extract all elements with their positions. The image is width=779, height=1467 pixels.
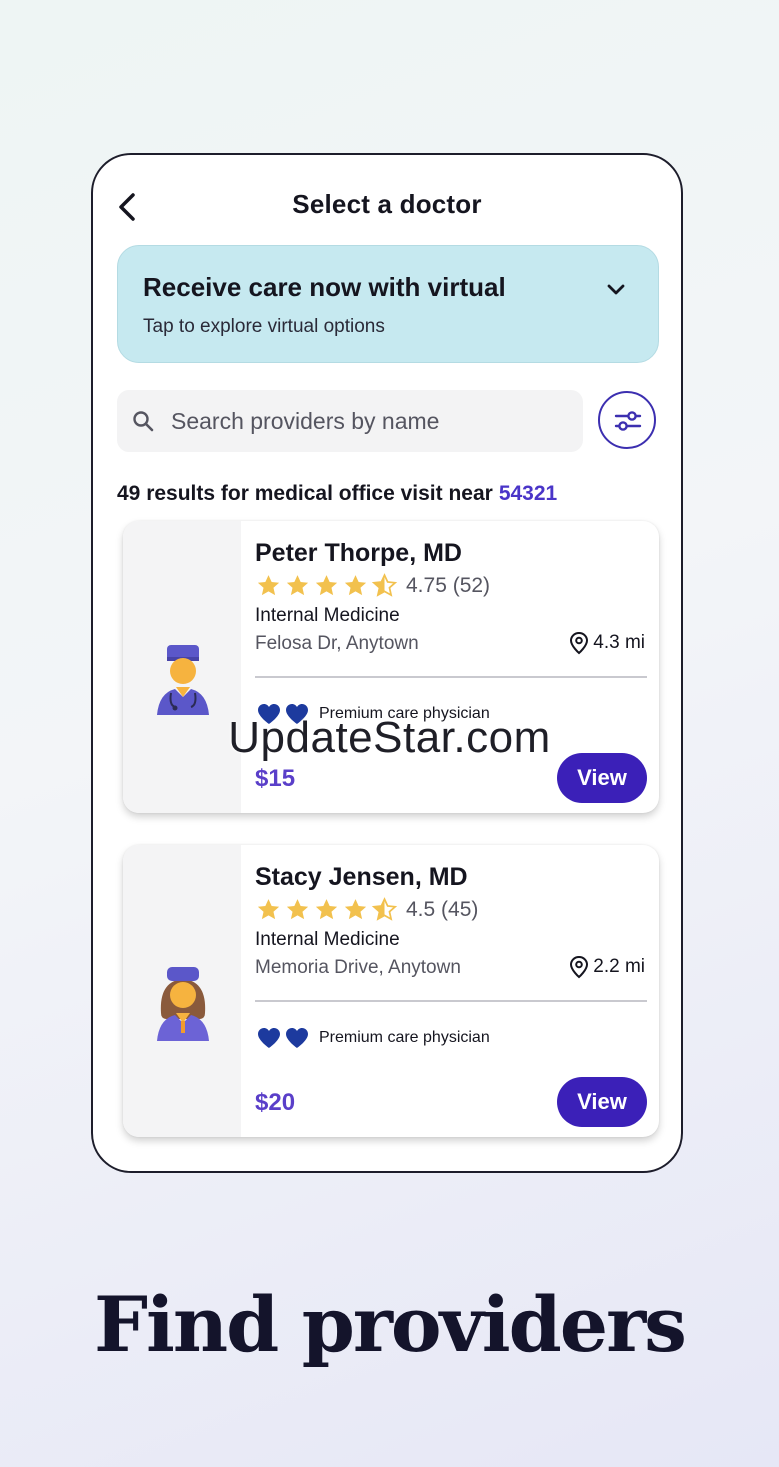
star-icon [286, 575, 309, 596]
star-icon [315, 899, 338, 920]
provider-rating: 4.75 (52) [255, 571, 490, 601]
provider-name: Peter Thorpe, MD [255, 539, 462, 567]
top-bar: Select a doctor [93, 183, 681, 229]
star-icon [344, 899, 367, 920]
provider-rating: 4.5 (45) [255, 895, 478, 925]
divider [255, 1000, 647, 1002]
provider-card[interactable]: Stacy Jensen, MD 4.5 (45) Internal Medic… [123, 845, 659, 1137]
star-icon [286, 899, 309, 920]
star-rating [255, 897, 398, 923]
premium-label: Premium care physician [319, 1029, 490, 1046]
location-pin-icon [570, 631, 589, 655]
star-icon [257, 899, 280, 920]
provider-specialty: Internal Medicine [255, 929, 400, 950]
results-text: 49 results for medical office visit near [117, 482, 493, 505]
provider-address: Felosa Dr, Anytown [255, 633, 419, 654]
view-button[interactable]: View [557, 1077, 647, 1127]
star-icon [344, 575, 367, 596]
search-icon [133, 411, 154, 432]
provider-specialty: Internal Medicine [255, 605, 400, 626]
provider-card[interactable]: Peter Thorpe, MD 4.75 (52) Internal Medi… [123, 521, 659, 813]
sliders-icon [614, 411, 642, 431]
virtual-care-banner[interactable]: Receive care now with virtual Tap to exp… [117, 245, 659, 363]
provider-name: Stacy Jensen, MD [255, 863, 468, 891]
provider-info: Peter Thorpe, MD 4.75 (52) Internal Medi… [255, 521, 659, 813]
provider-distance: 4.3 mi [569, 631, 645, 655]
virtual-banner-subtitle: Tap to explore virtual options [143, 316, 385, 337]
virtual-banner-title: Receive care now with virtual [143, 272, 506, 302]
provider-price: $15 [255, 765, 296, 792]
distance-text: 4.3 mi [593, 632, 645, 653]
watermark: UpdateStar.com [228, 713, 551, 762]
divider [255, 676, 647, 678]
search-input[interactable]: Search providers by name [117, 390, 583, 452]
results-summary: 49 results for medical office visit near… [117, 482, 557, 506]
zip-link[interactable]: 54321 [499, 482, 557, 505]
male-doctor-avatar [157, 645, 209, 715]
provider-info: Stacy Jensen, MD 4.5 (45) Internal Medic… [255, 845, 659, 1137]
premium-badge: Premium care physician [257, 1027, 490, 1049]
avatar-panel [123, 521, 241, 813]
female-doctor-avatar [157, 967, 209, 1041]
heart-icon [258, 1028, 280, 1048]
half-star-icon [371, 573, 398, 597]
distance-text: 2.2 mi [593, 956, 645, 977]
rating-score: 4.5 (45) [406, 898, 479, 921]
provider-price: $20 [255, 1089, 296, 1116]
heart-icon [286, 1028, 308, 1048]
chevron-down-icon[interactable] [602, 276, 630, 304]
star-icon [257, 575, 280, 596]
provider-distance: 2.2 mi [569, 955, 645, 979]
star-rating [255, 573, 398, 599]
page-title: Select a doctor [292, 189, 482, 219]
filter-button[interactable] [598, 391, 656, 449]
star-icon [315, 575, 338, 596]
search-placeholder: Search providers by name [171, 408, 440, 434]
rating-score: 4.75 (52) [406, 574, 491, 597]
provider-address: Memoria Drive, Anytown [255, 957, 461, 978]
location-pin-icon [570, 955, 589, 979]
avatar-panel [123, 845, 241, 1137]
phone-frame: Select a doctor Receive care now with vi… [91, 153, 683, 1173]
promo-headline: Find providers [94, 1280, 687, 1369]
half-star-icon [371, 897, 398, 921]
